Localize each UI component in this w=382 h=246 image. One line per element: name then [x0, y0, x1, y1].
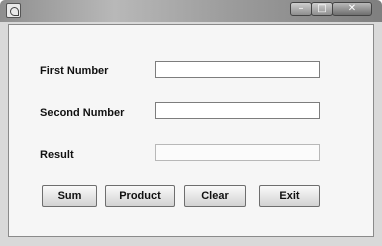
result-field[interactable] — [155, 144, 320, 161]
content-panel: First Number Second Number Result Sum Pr… — [8, 24, 374, 237]
minimize-button[interactable]: – — [290, 2, 312, 16]
close-button[interactable]: ✕ — [332, 2, 372, 16]
product-button[interactable]: Product — [105, 185, 175, 207]
close-icon: ✕ — [347, 3, 357, 14]
exit-button[interactable]: Exit — [259, 185, 320, 207]
sum-button[interactable]: Sum — [42, 185, 97, 207]
second-number-field[interactable] — [155, 102, 320, 119]
second-number-label: Second Number — [40, 107, 125, 119]
maximize-icon: □ — [317, 3, 327, 14]
first-number-label: First Number — [40, 65, 109, 77]
clear-button[interactable]: Clear — [184, 185, 246, 207]
java-app-icon[interactable] — [6, 3, 21, 18]
minimize-icon: – — [298, 3, 304, 14]
first-number-field[interactable] — [155, 61, 320, 78]
title-bar[interactable]: – □ ✕ — [0, 0, 382, 22]
result-label: Result — [40, 149, 74, 161]
app-window: – □ ✕ First Number Second Number Result … — [0, 0, 382, 246]
maximize-button[interactable]: □ — [311, 2, 333, 16]
